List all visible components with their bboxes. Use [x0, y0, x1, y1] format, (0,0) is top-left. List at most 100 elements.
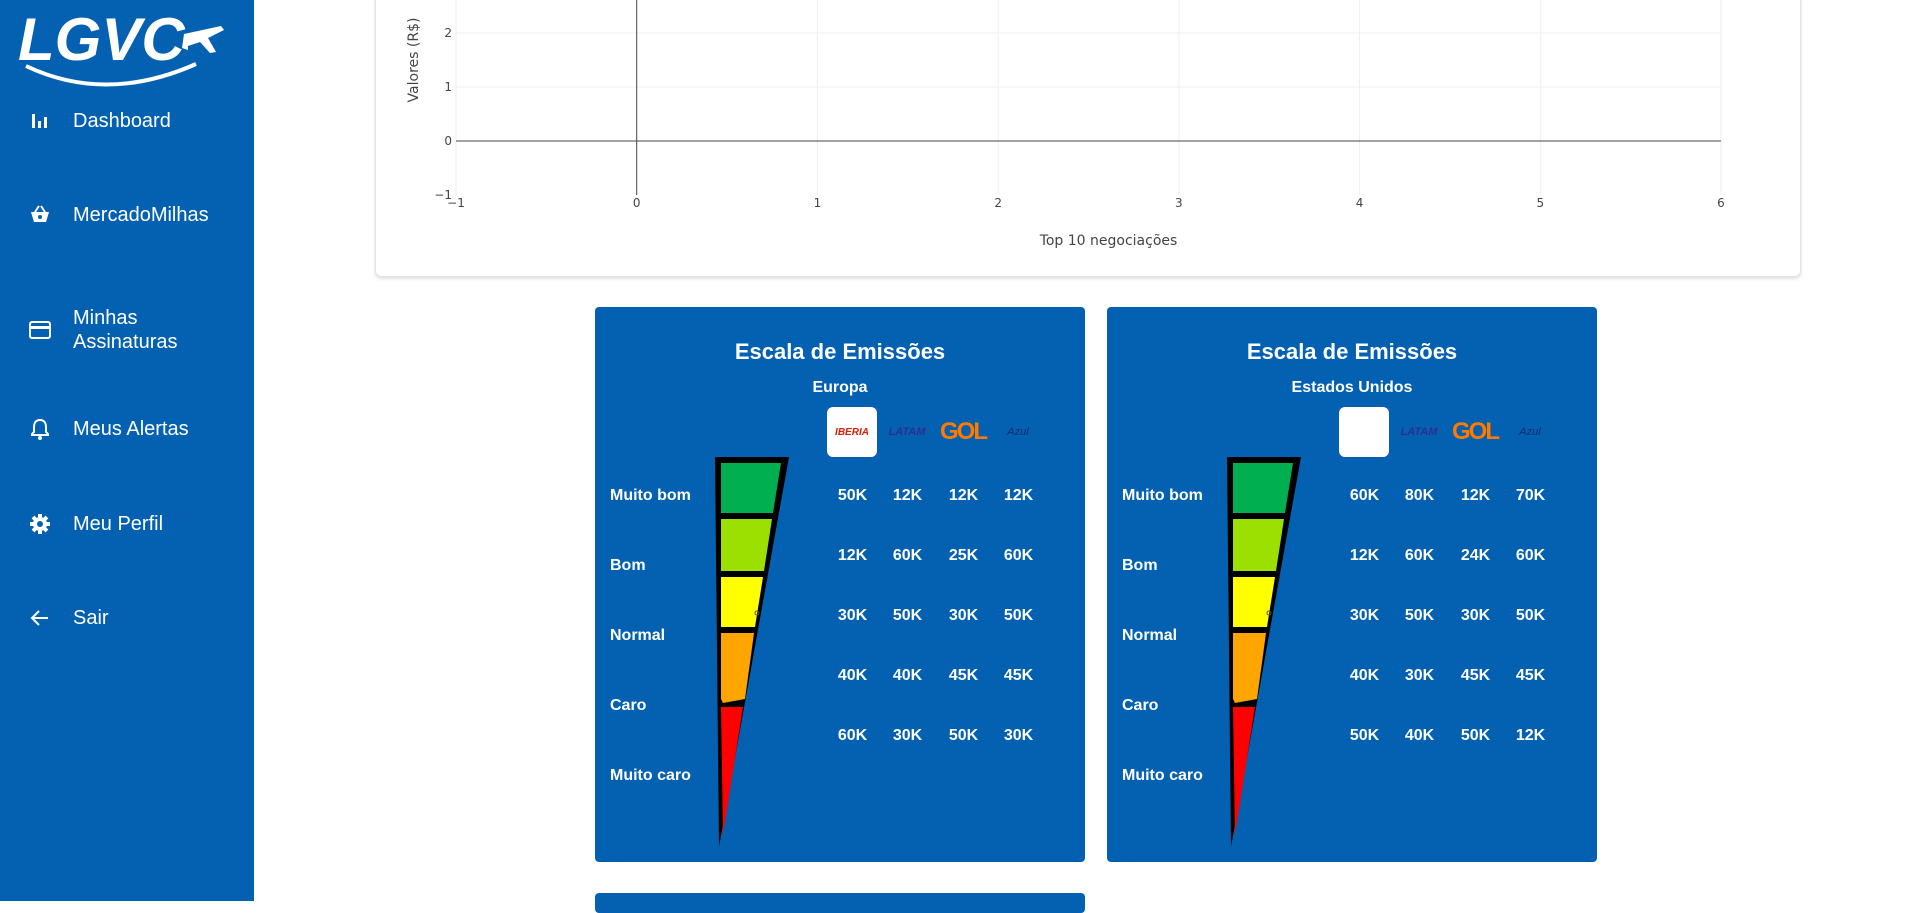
emission-value: 30K — [1349, 607, 1380, 624]
emissions-card-estados-unidos: Escala de Emissões Estados Unidos LATAM GOL… — [1107, 307, 1597, 862]
x-tick-label: 5 — [1536, 196, 1544, 210]
level-label: Muito caro — [610, 767, 691, 784]
emission-value: 70K — [1515, 487, 1546, 504]
airline-logo-gol: GOL — [940, 418, 988, 445]
emission-value: 50K — [1460, 727, 1491, 744]
y-tick-label: 2 — [444, 26, 452, 40]
emission-value: 30K — [892, 727, 923, 744]
emission-value: 60K — [892, 547, 923, 564]
sidebar-item-meus-alertas[interactable]: Meus Alertas — [0, 405, 254, 453]
emission-value: 30K — [837, 607, 868, 624]
airline-logo-azul: Azul — [1519, 426, 1541, 438]
emission-value: 12K — [1460, 487, 1491, 504]
emission-gauge — [715, 457, 789, 847]
emissions-region: Estados Unidos — [1291, 379, 1413, 396]
level-label: Caro — [610, 697, 647, 714]
emission-value: 45K — [1460, 667, 1491, 684]
top-negociacoes-chart-card: −1 0 1 2 3 4 5 6 −1 0 1 2 Top 10 negociações Valores … — [375, 0, 1801, 277]
emission-value: 40K — [1349, 667, 1380, 684]
emission-value: 60K — [1404, 547, 1435, 564]
airline-logo-latam: LATAM — [1400, 426, 1438, 438]
emission-value: 40K — [1404, 727, 1435, 744]
emission-value: 12K — [1349, 547, 1380, 564]
x-tick-label: 0 — [633, 196, 641, 210]
sidebar-item-label: Dashboard — [73, 110, 171, 132]
emission-value: 50K — [1349, 727, 1380, 744]
sidebar-item-label: Sair — [73, 607, 109, 629]
emission-gauge — [1227, 457, 1301, 847]
logo-wordmark: LGVC — [18, 6, 186, 73]
y-tick-label: 1 — [444, 80, 452, 94]
emission-value: 60K — [837, 727, 868, 744]
emission-value: 60K — [1515, 547, 1546, 564]
emission-value: 12K — [837, 547, 868, 564]
y-axis-title: Valores (R$) — [406, 18, 422, 103]
bar-chart-icon — [28, 109, 52, 133]
emission-value: 50K — [1404, 607, 1435, 624]
emission-value: 30K — [1460, 607, 1491, 624]
airline-logo-latam: LATAM — [888, 426, 926, 438]
level-label: Muito caro — [1122, 767, 1203, 784]
emission-value: 45K — [948, 667, 979, 684]
emission-value: 12K — [1515, 727, 1546, 744]
emission-value: 60K — [1349, 487, 1380, 504]
emission-value: 12K — [948, 487, 979, 504]
emissions-card-europa: Escala de Emissões Europa IBERIA LATAM GOL Az… — [595, 307, 1085, 862]
emission-value: 30K — [948, 607, 979, 624]
emission-value: 30K — [1003, 727, 1034, 744]
level-label: Normal — [610, 627, 666, 644]
x-axis-title: Top 10 negociações — [1039, 233, 1178, 249]
emission-value: 50K — [1003, 607, 1034, 624]
airline-logo-azul: Azul — [1007, 426, 1029, 438]
airline-logo-iberia — [1339, 407, 1389, 457]
bell-icon — [28, 417, 52, 441]
level-label: Muito bom — [610, 487, 691, 504]
sidebar: LGVC Dashboard MercadoMilhas Minhas Assi… — [0, 0, 254, 901]
emission-value: 30K — [1404, 667, 1435, 684]
emission-value: 40K — [837, 667, 868, 684]
emission-value: 50K — [948, 727, 979, 744]
level-label: Bom — [610, 557, 646, 574]
x-tick-label: 2 — [994, 196, 1002, 210]
emission-value: 40K — [892, 667, 923, 684]
y-tick-label: 0 — [444, 134, 452, 148]
x-tick-label: 1 — [814, 196, 822, 210]
airplane-logo-icon: LGVC — [18, 6, 224, 87]
sidebar-item-dashboard[interactable]: Dashboard — [0, 97, 254, 145]
airline-logo-iberia: IBERIA — [827, 407, 877, 457]
emission-value: 12K — [892, 487, 923, 504]
emissions-title: Escala de Emissões — [1246, 339, 1458, 364]
x-tick-label: 4 — [1356, 196, 1364, 210]
emission-value: 25K — [948, 547, 979, 564]
airline-logo-gol: GOL — [1452, 418, 1500, 445]
shopping-basket-icon — [28, 203, 52, 227]
emission-value: 50K — [1515, 607, 1546, 624]
emissions-card-next — [595, 893, 1085, 913]
credit-card-icon — [28, 318, 52, 342]
x-tick-label: 3 — [1175, 196, 1183, 210]
sidebar-item-label: MercadoMilhas — [73, 204, 209, 226]
gear-icon — [28, 512, 52, 536]
brand-logo[interactable]: LGVC — [16, 4, 226, 90]
sidebar-item-minhas-assinaturas[interactable]: Minhas Assinaturas — [0, 300, 254, 360]
emissions-title: Escala de Emissões — [734, 339, 946, 364]
emission-value: 12K — [1003, 487, 1034, 504]
emission-value: 45K — [1003, 667, 1034, 684]
sidebar-item-label: Meu Perfil — [73, 513, 164, 535]
sidebar-item-mercadomilhas[interactable]: MercadoMilhas — [0, 191, 254, 239]
sidebar-item-sair[interactable]: Sair — [0, 594, 254, 642]
level-label: Caro — [1122, 697, 1159, 714]
x-tick-label: 6 — [1717, 196, 1725, 210]
emission-value: 50K — [892, 607, 923, 624]
emissions-region: Europa — [812, 379, 868, 396]
level-label: Normal — [1122, 627, 1178, 644]
sidebar-item-meu-perfil[interactable]: Meu Perfil — [0, 500, 254, 548]
emission-value: 50K — [837, 487, 868, 504]
sidebar-item-label: Minhas Assinaturas — [73, 307, 178, 353]
emission-value: 45K — [1515, 667, 1546, 684]
top-negociacoes-chart[interactable]: −1 0 1 2 3 4 5 6−1012Top 10 negociaçõesValores … — [376, 0, 1800, 286]
y-tick-label: −1 — [434, 188, 452, 202]
arrow-left-icon — [28, 606, 52, 630]
level-label: Muito bom — [1122, 487, 1203, 504]
emission-value: 24K — [1460, 547, 1491, 564]
